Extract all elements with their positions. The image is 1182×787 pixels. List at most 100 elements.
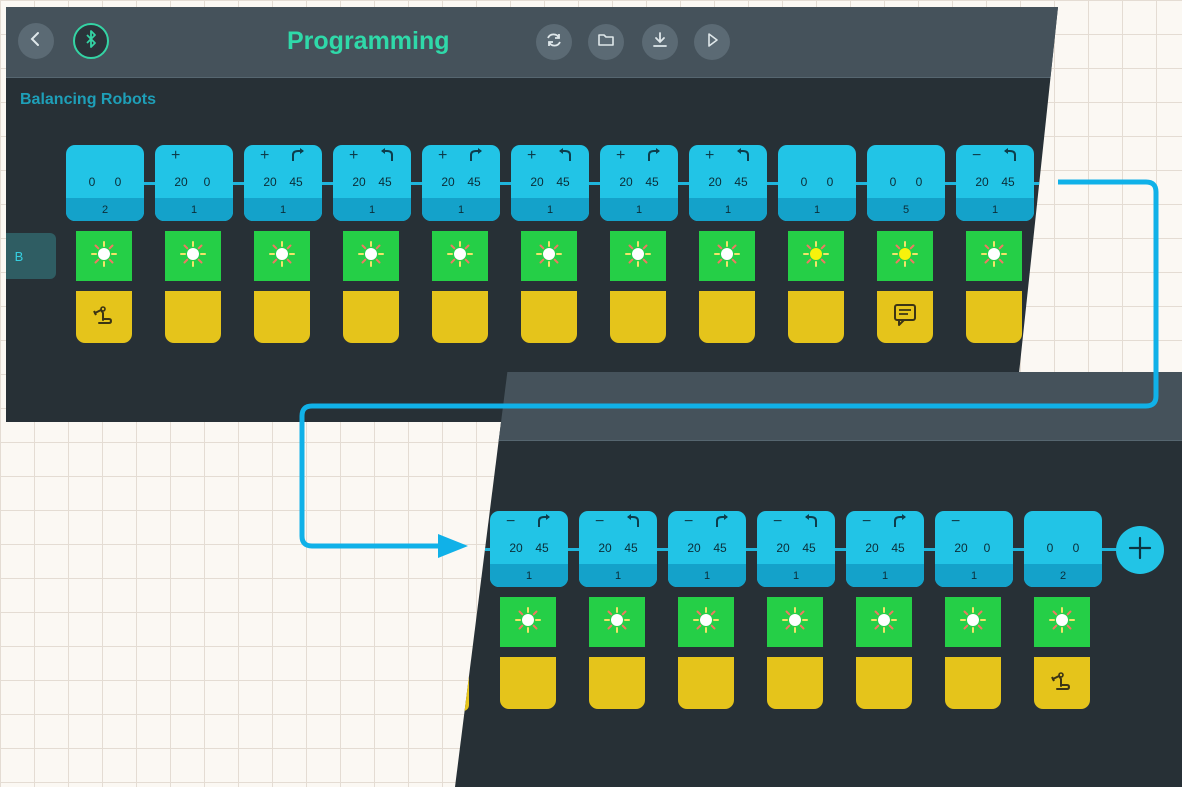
program-step[interactable]: − 20 45 1 bbox=[579, 511, 657, 709]
white-light-icon bbox=[713, 240, 741, 273]
program-step[interactable]: − 20 45 1 bbox=[668, 511, 746, 709]
action-block[interactable] bbox=[343, 291, 399, 343]
tab-b[interactable]: B bbox=[6, 233, 56, 279]
action-block[interactable] bbox=[945, 657, 1001, 709]
motion-block[interactable]: − 20 45 1 bbox=[846, 511, 924, 587]
program-step[interactable]: − 20 45 1 bbox=[757, 511, 835, 709]
action-block[interactable] bbox=[678, 657, 734, 709]
action-block[interactable] bbox=[699, 291, 755, 343]
program-step[interactable]: + 20 45 1 bbox=[600, 145, 678, 343]
action-block[interactable] bbox=[856, 657, 912, 709]
light-block[interactable] bbox=[945, 597, 1001, 647]
angle-value: 45 bbox=[891, 541, 905, 555]
open-folder-button[interactable] bbox=[588, 24, 624, 60]
motion-block[interactable]: − 20 45 1 bbox=[579, 511, 657, 587]
duration-strip: 1 bbox=[956, 198, 1034, 221]
motion-block[interactable]: + 20 45 1 bbox=[422, 145, 500, 221]
program-step[interactable]: + 20 45 1 bbox=[244, 145, 322, 343]
play-button[interactable] bbox=[694, 24, 730, 60]
action-block[interactable] bbox=[500, 657, 556, 709]
action-block[interactable] bbox=[966, 291, 1022, 343]
motion-block[interactable]: 0 0 2 bbox=[1024, 511, 1102, 587]
angle-value: 0 bbox=[114, 175, 122, 189]
action-block[interactable] bbox=[76, 291, 132, 343]
action-block[interactable] bbox=[589, 657, 645, 709]
motion-block[interactable]: + 20 45 1 bbox=[689, 145, 767, 221]
program-step[interactable]: 0 0 1 bbox=[778, 145, 856, 343]
light-block[interactable] bbox=[966, 231, 1022, 281]
action-block[interactable] bbox=[432, 291, 488, 343]
program-step[interactable]: + 20 0 1 bbox=[155, 145, 233, 343]
duration-value: 1 bbox=[813, 204, 821, 216]
motion-block[interactable]: + 20 0 1 bbox=[155, 145, 233, 221]
program-step[interactable]: 0 0 2 bbox=[66, 145, 144, 343]
direction-sign: + bbox=[171, 147, 181, 164]
light-block[interactable] bbox=[788, 231, 844, 281]
motion-block[interactable]: − 20 0 1 bbox=[935, 511, 1013, 587]
direction-sign: + bbox=[616, 147, 626, 164]
play-icon bbox=[702, 30, 722, 55]
download-button[interactable] bbox=[642, 24, 678, 60]
motion-block[interactable]: − 20 45 1 bbox=[668, 511, 746, 587]
light-block[interactable] bbox=[500, 597, 556, 647]
motion-block[interactable]: − 20 45 1 bbox=[956, 145, 1034, 221]
program-step[interactable]: − 20 0 1 bbox=[935, 511, 1013, 709]
angle-value: 0 bbox=[826, 175, 834, 189]
back-button[interactable] bbox=[18, 23, 54, 59]
action-block[interactable] bbox=[877, 291, 933, 343]
folder-icon bbox=[596, 30, 616, 55]
toolbar-continued bbox=[455, 372, 1182, 441]
action-block[interactable] bbox=[254, 291, 310, 343]
light-block[interactable] bbox=[1034, 597, 1090, 647]
refresh-button[interactable] bbox=[536, 24, 572, 60]
light-block[interactable] bbox=[678, 597, 734, 647]
motion-block[interactable]: + 20 45 1 bbox=[600, 145, 678, 221]
motion-block[interactable]: 0 0 5 bbox=[867, 145, 945, 221]
direction-sign: − bbox=[684, 513, 694, 530]
light-block[interactable] bbox=[589, 597, 645, 647]
message-icon bbox=[891, 301, 919, 334]
program-step[interactable]: − 20 45 1 bbox=[956, 145, 1034, 343]
motion-block[interactable]: + 20 45 1 bbox=[511, 145, 589, 221]
speed-value: 0 bbox=[889, 175, 897, 189]
action-block[interactable] bbox=[767, 657, 823, 709]
light-block[interactable] bbox=[343, 231, 399, 281]
program-panel-bottom: − 20 45 1 − 20 45 1 − 20 45 1 − 20 45 1 … bbox=[455, 372, 1182, 787]
light-block[interactable] bbox=[610, 231, 666, 281]
duration-strip: 1 bbox=[600, 198, 678, 221]
action-block[interactable] bbox=[610, 291, 666, 343]
light-block[interactable] bbox=[521, 231, 577, 281]
light-block[interactable] bbox=[165, 231, 221, 281]
motion-block[interactable]: − 20 45 1 bbox=[757, 511, 835, 587]
light-block[interactable] bbox=[699, 231, 755, 281]
motion-block[interactable]: − 20 45 1 bbox=[490, 511, 568, 587]
action-block[interactable] bbox=[788, 291, 844, 343]
motion-block[interactable]: + 20 45 1 bbox=[333, 145, 411, 221]
light-block[interactable] bbox=[76, 231, 132, 281]
speed-value: 20 bbox=[441, 175, 455, 189]
duration-strip: 1 bbox=[846, 564, 924, 587]
program-step[interactable]: − 20 45 1 bbox=[846, 511, 924, 709]
speed-value: 20 bbox=[865, 541, 879, 555]
program-step[interactable]: − 20 45 1 bbox=[490, 511, 568, 709]
motion-block[interactable]: + 20 45 1 bbox=[244, 145, 322, 221]
bluetooth-button[interactable] bbox=[73, 23, 109, 59]
light-block[interactable] bbox=[432, 231, 488, 281]
program-step[interactable]: + 20 45 1 bbox=[422, 145, 500, 343]
light-block[interactable] bbox=[254, 231, 310, 281]
program-step[interactable]: 0 0 2 bbox=[1024, 511, 1102, 709]
program-step[interactable]: + 20 45 1 bbox=[511, 145, 589, 343]
add-step-button[interactable] bbox=[1116, 526, 1164, 574]
program-step[interactable]: 0 0 5 bbox=[867, 145, 945, 343]
action-block[interactable] bbox=[1034, 657, 1090, 709]
light-block[interactable] bbox=[767, 597, 823, 647]
motion-block[interactable]: 0 0 2 bbox=[66, 145, 144, 221]
program-step[interactable]: + 20 45 1 bbox=[689, 145, 767, 343]
action-block[interactable] bbox=[165, 291, 221, 343]
light-block[interactable] bbox=[877, 231, 933, 281]
motion-block[interactable]: 0 0 1 bbox=[778, 145, 856, 221]
program-step[interactable]: + 20 45 1 bbox=[333, 145, 411, 343]
duration-value: 1 bbox=[368, 204, 376, 216]
action-block[interactable] bbox=[521, 291, 577, 343]
light-block[interactable] bbox=[856, 597, 912, 647]
